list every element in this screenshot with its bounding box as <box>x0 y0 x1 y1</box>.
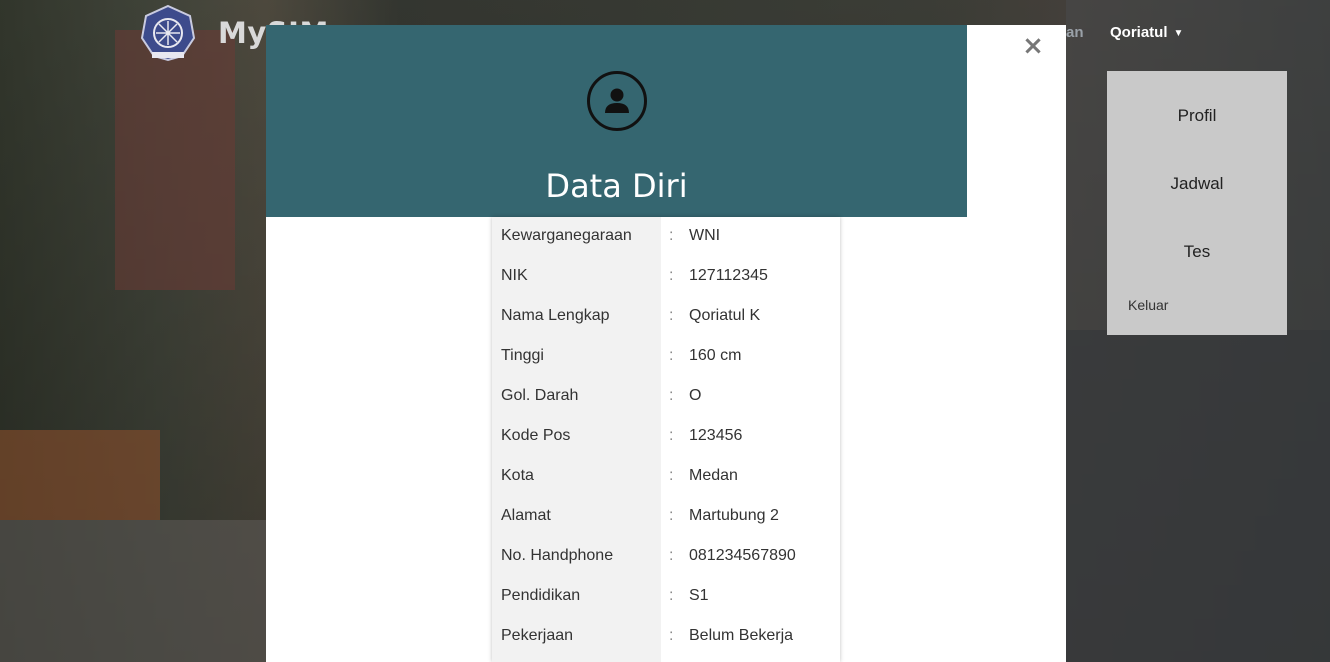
nav-link-partial[interactable]: an <box>1066 24 1084 41</box>
field-label: Alamat <box>501 507 551 524</box>
modal-header: Data Diri <box>266 25 967 217</box>
field-separator: : <box>669 547 674 564</box>
dropdown-item-tes[interactable]: Tes <box>1107 242 1287 262</box>
field-separator: : <box>669 307 674 324</box>
data-diri-modal: Data Diri × Kewarganegaraan : WNI NIK : … <box>266 25 1066 662</box>
field-label: No. Handphone <box>501 547 614 564</box>
field-value: Martubung 2 <box>689 507 779 524</box>
field-separator: : <box>669 467 674 484</box>
field-label: Kewarganegaraan <box>501 227 632 244</box>
field-separator: : <box>669 587 674 604</box>
table-row: No. Handphone : 081234567890 <box>492 537 840 577</box>
data-diri-table: Kewarganegaraan : WNI NIK : 127112345 Na… <box>492 217 840 662</box>
field-separator: : <box>669 267 674 284</box>
user-menu-toggle[interactable]: Qoriatul ▼ <box>1110 24 1183 41</box>
table-row: Kewarganegaraan : WNI <box>492 217 840 257</box>
table-row: Kode Pos : 123456 <box>492 417 840 457</box>
field-separator: : <box>669 507 674 524</box>
field-label: NIK <box>501 267 528 284</box>
table-row: Tinggi : 160 cm <box>492 337 840 377</box>
field-label: Kota <box>501 467 534 484</box>
field-separator: : <box>669 387 674 404</box>
field-value: Belum Bekerja <box>689 627 794 644</box>
field-separator: : <box>669 347 674 364</box>
police-emblem-logo[interactable] <box>138 4 198 62</box>
field-value: Medan <box>689 467 738 484</box>
background-fence <box>0 430 160 520</box>
field-separator: : <box>669 427 674 444</box>
field-separator: : <box>669 627 674 644</box>
table-row: Alamat : Martubung 2 <box>492 497 840 537</box>
user-dropdown-menu: Profil Jadwal Tes Keluar <box>1107 71 1287 335</box>
table-row: Pendidikan : S1 <box>492 577 840 617</box>
field-value: O <box>689 387 702 404</box>
field-value: WNI <box>689 227 721 244</box>
field-value: Qoriatul K <box>689 307 761 324</box>
field-value: 081234567890 <box>689 547 796 564</box>
table-row: Pekerjaan : Belum Bekerja <box>492 617 840 657</box>
background-building-red <box>115 30 235 290</box>
close-button[interactable]: × <box>1018 31 1048 61</box>
field-label: Kode Pos <box>501 427 571 444</box>
background-road <box>0 520 270 662</box>
dropdown-item-keluar[interactable]: Keluar <box>1128 297 1168 313</box>
dropdown-item-jadwal[interactable]: Jadwal <box>1107 174 1287 194</box>
modal-title: Data Diri <box>545 167 688 205</box>
table-row: Nama Lengkap : Qoriatul K <box>492 297 840 337</box>
field-label: Gol. Darah <box>501 387 579 404</box>
field-label: Nama Lengkap <box>501 307 610 324</box>
field-label: Tinggi <box>501 347 544 364</box>
table-row: NIK : 127112345 <box>492 257 840 297</box>
dropdown-item-profil[interactable]: Profil <box>1107 106 1287 126</box>
user-circle-icon <box>587 71 647 131</box>
field-value: 160 cm <box>689 347 742 364</box>
table-row: Gol. Darah : O <box>492 377 840 417</box>
field-value: S1 <box>689 587 709 604</box>
field-separator: : <box>669 227 674 244</box>
field-label: Pekerjaan <box>501 627 574 644</box>
field-value: 127112345 <box>689 267 768 284</box>
field-value: 123456 <box>689 427 743 444</box>
table-row: Kota : Medan <box>492 457 840 497</box>
chevron-down-icon: ▼ <box>1173 28 1184 39</box>
field-label: Pendidikan <box>501 587 581 604</box>
background-roof <box>1066 330 1330 662</box>
user-name: Qoriatul <box>1110 24 1168 41</box>
